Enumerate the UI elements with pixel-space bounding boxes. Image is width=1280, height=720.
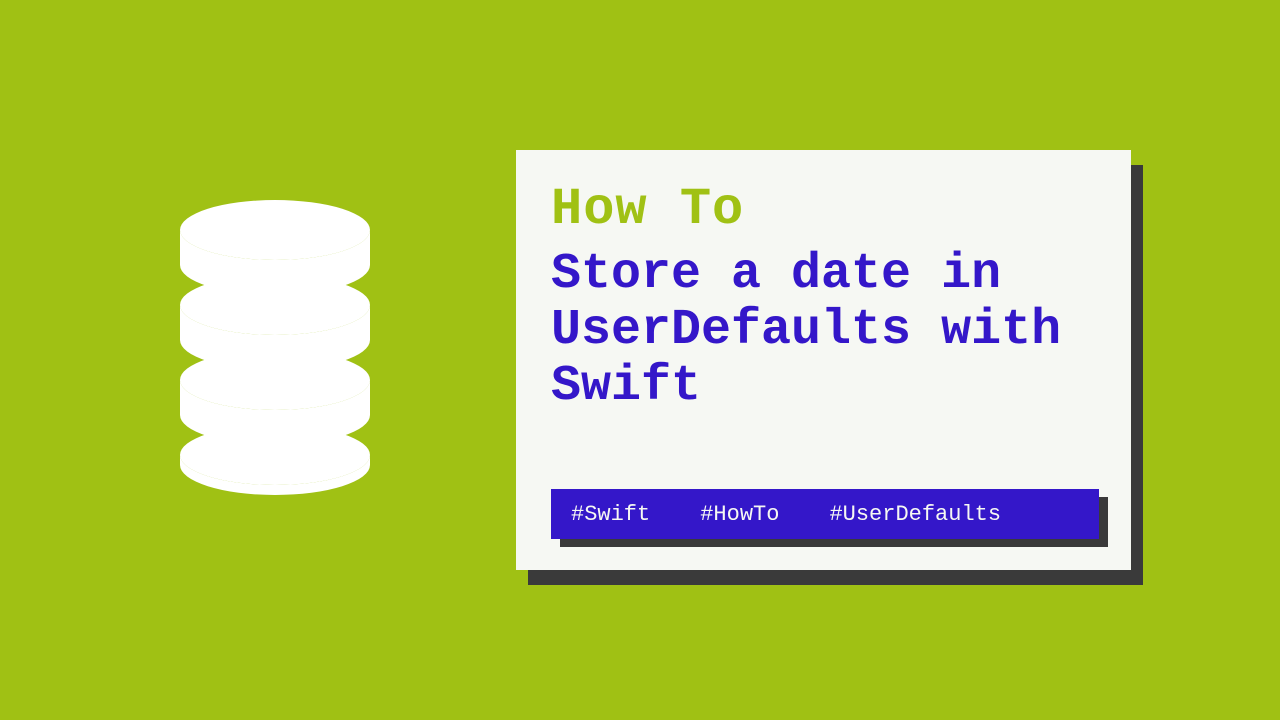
database-icon [175, 200, 375, 495]
how-to-label: How To [551, 180, 1096, 239]
tags-bar: #Swift #HowTo #UserDefaults [551, 489, 1099, 539]
card-title: Store a date in UserDefaults with Swift [551, 247, 1096, 415]
tag-userdefaults: #UserDefaults [829, 502, 1001, 527]
tag-swift: #Swift [571, 502, 650, 527]
tag-howto: #HowTo [700, 502, 779, 527]
